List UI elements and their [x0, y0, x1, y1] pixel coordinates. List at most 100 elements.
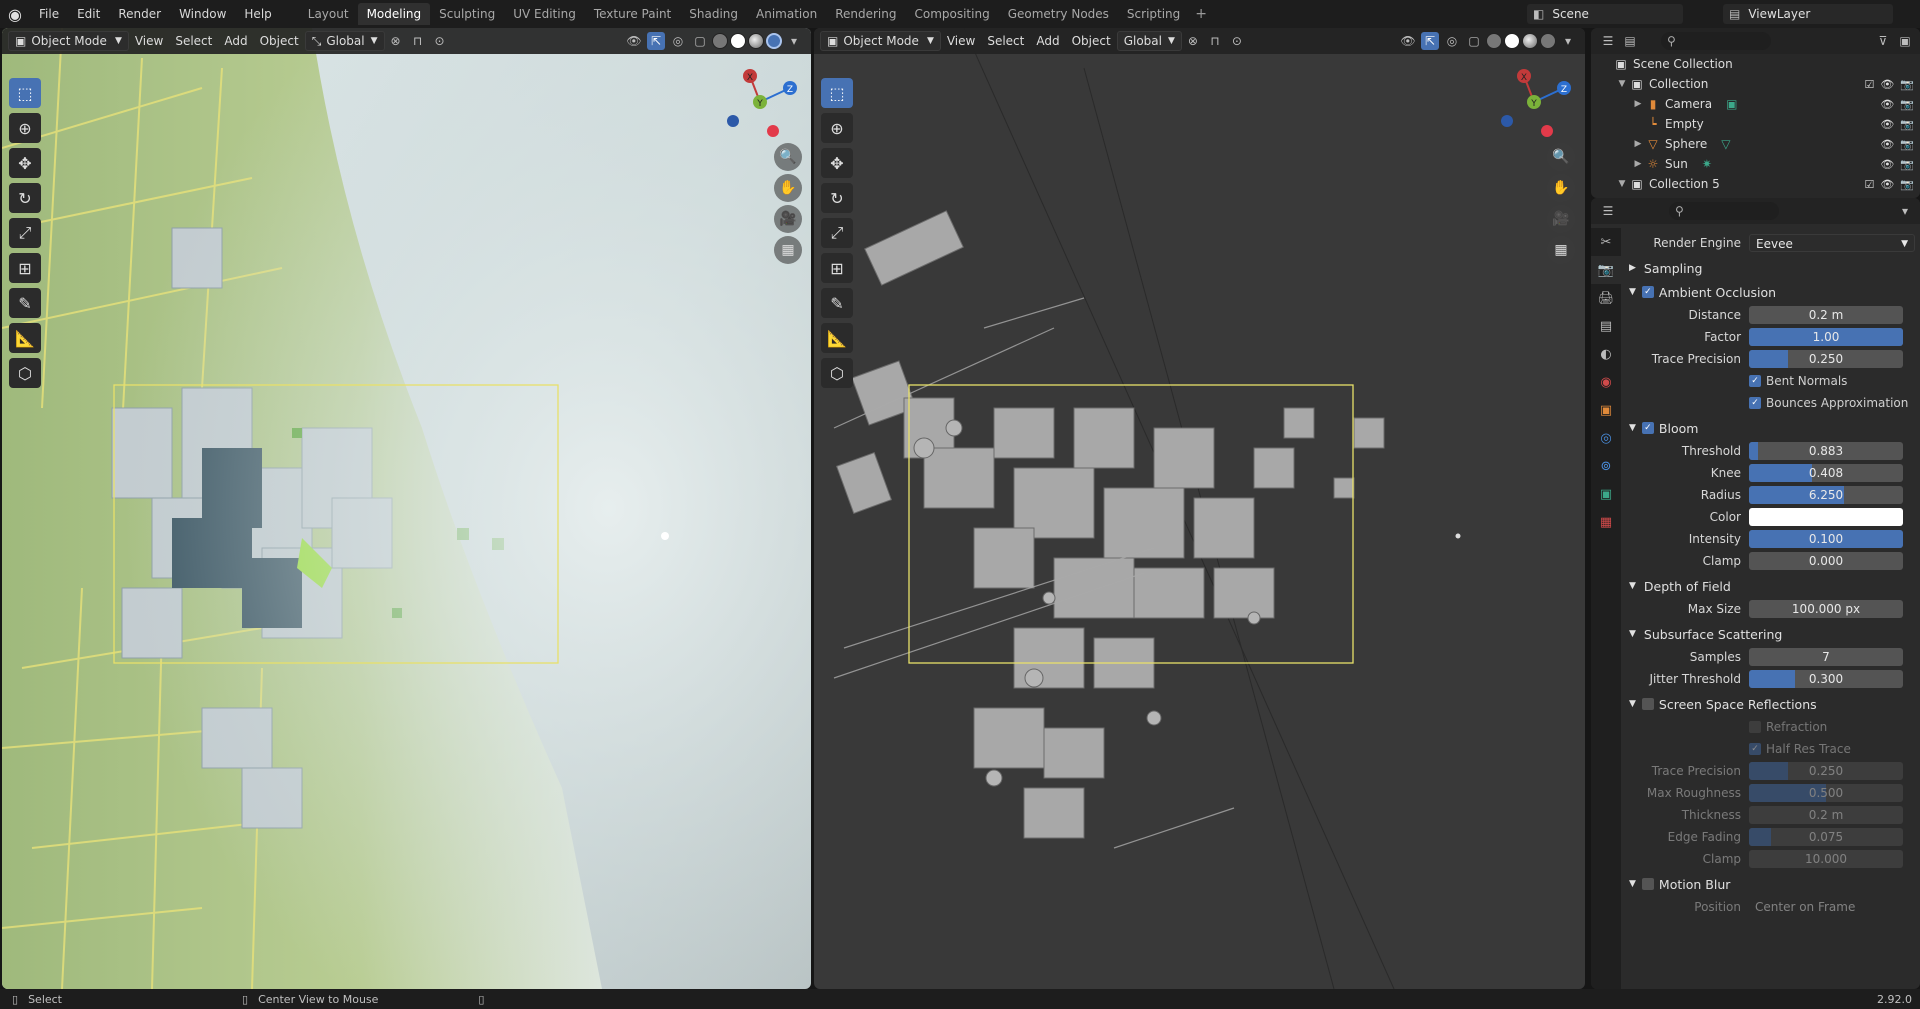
render-camera-icon[interactable]: 📷: [1900, 78, 1914, 91]
bent-normals-checkbox[interactable]: ✓: [1749, 375, 1761, 387]
ao-enable-checkbox[interactable]: ✓: [1641, 286, 1654, 298]
output-tab-icon[interactable]: 🖨: [1591, 284, 1621, 312]
constraints-tab-icon[interactable]: ⊚: [1591, 452, 1621, 480]
rendered-shading-icon[interactable]: [1540, 33, 1556, 49]
ssr-trace-precision-slider[interactable]: 0.250: [1749, 762, 1903, 780]
physics-tab-icon[interactable]: ◎: [1591, 424, 1621, 452]
solid-shading-icon[interactable]: [730, 33, 746, 49]
position-dropdown[interactable]: Center on Frame: [1749, 898, 1903, 916]
gizmo-toggle-icon[interactable]: ⇱: [647, 32, 665, 50]
render-camera-icon[interactable]: 📷: [1900, 178, 1914, 191]
eye-icon[interactable]: 👁: [1880, 78, 1894, 91]
snap-icon[interactable]: ⊓: [1206, 32, 1224, 50]
blender-logo-icon[interactable]: ◉: [0, 0, 30, 28]
threshold-slider[interactable]: 0.883: [1749, 442, 1903, 460]
intensity-slider[interactable]: 0.100: [1749, 530, 1903, 548]
scene-selector[interactable]: ◧ Scene: [1527, 4, 1683, 24]
pan-hand-icon[interactable]: ✋: [774, 174, 802, 202]
proportional-edit-icon[interactable]: ⊙: [431, 32, 449, 50]
editor-type-icon[interactable]: ☰: [1599, 32, 1617, 50]
material-shading-icon[interactable]: [1522, 33, 1538, 49]
zoom-icon[interactable]: 🔍: [774, 143, 802, 171]
annotate-tool-icon[interactable]: ✎: [821, 288, 853, 318]
properties-search-input[interactable]: ⚲: [1669, 202, 1779, 220]
transform-tool-icon[interactable]: ⊞: [9, 253, 41, 283]
zoom-icon[interactable]: 🔍: [1547, 143, 1575, 171]
solid-shading-icon[interactable]: [1504, 33, 1520, 49]
rotate-tool-icon[interactable]: ↻: [9, 183, 41, 213]
outliner-row-sun[interactable]: ▶ ☼ Sun ✷ 👁 📷: [1591, 154, 1920, 174]
visibility-icon[interactable]: 👁: [1399, 32, 1417, 50]
tab-uv-editing[interactable]: UV Editing: [504, 3, 585, 25]
add-cube-tool-icon[interactable]: ⬡: [9, 358, 41, 388]
grid-perspective-icon[interactable]: ▦: [774, 236, 802, 264]
panel-sampling[interactable]: ▶ Sampling: [1621, 256, 1920, 280]
knee-slider[interactable]: 0.408: [1749, 464, 1903, 482]
tab-geometry-nodes[interactable]: Geometry Nodes: [999, 3, 1118, 25]
menu-view[interactable]: View: [941, 31, 981, 51]
shading-options-icon[interactable]: ▾: [1559, 32, 1577, 50]
ssr-clamp-field[interactable]: 10.000: [1749, 850, 1903, 868]
bloom-enable-checkbox[interactable]: ✓: [1641, 422, 1654, 434]
overlays-icon[interactable]: ◎: [1443, 32, 1461, 50]
panel-motion-blur[interactable]: ▼ Motion Blur: [1621, 872, 1920, 896]
gizmo-toggle-icon[interactable]: ⇱: [1421, 32, 1439, 50]
render-camera-icon[interactable]: 📷: [1900, 138, 1914, 151]
bounces-approx-checkbox[interactable]: ✓: [1749, 397, 1761, 409]
menu-add[interactable]: Add: [1030, 31, 1065, 51]
select-box-tool-icon[interactable]: ⬚: [821, 78, 853, 108]
world-tab-icon[interactable]: ◉: [1591, 368, 1621, 396]
samples-field[interactable]: 7: [1749, 648, 1903, 666]
menu-help[interactable]: Help: [235, 0, 280, 28]
render-tab-icon[interactable]: 📷: [1591, 256, 1621, 284]
panel-ambient-occlusion[interactable]: ▼ ✓ Ambient Occlusion: [1621, 280, 1920, 304]
outliner-search-input[interactable]: ⚲: [1661, 32, 1771, 50]
panel-depth-of-field[interactable]: ▼ Depth of Field: [1621, 574, 1920, 598]
tab-rendering[interactable]: Rendering: [826, 3, 905, 25]
checkbox-icon[interactable]: ☑: [1864, 78, 1874, 91]
eye-icon[interactable]: 👁: [1880, 178, 1894, 191]
visibility-icon[interactable]: 👁: [625, 32, 643, 50]
menu-select[interactable]: Select: [169, 31, 218, 51]
navigation-gizmo-left[interactable]: X Z Y: [720, 62, 800, 142]
scale-tool-icon[interactable]: ⤢: [821, 218, 853, 248]
render-engine-dropdown[interactable]: Eevee ▼: [1749, 234, 1915, 252]
bloom-color-swatch[interactable]: [1749, 508, 1903, 526]
menu-file[interactable]: File: [30, 0, 68, 28]
pivot-icon[interactable]: ⊗: [387, 32, 405, 50]
new-collection-icon[interactable]: ▣: [1896, 32, 1914, 50]
menu-window[interactable]: Window: [170, 0, 235, 28]
ssr-enable-checkbox[interactable]: [1641, 698, 1654, 710]
outliner-row-collection-5[interactable]: ▼ ▣ Collection 5 ☑ 👁 📷: [1591, 174, 1920, 194]
transform-tool-icon[interactable]: ⊞: [821, 253, 853, 283]
max-roughness-slider[interactable]: 0.500: [1749, 784, 1903, 802]
factor-slider[interactable]: 1.00: [1749, 328, 1903, 346]
transform-orientation-dropdown[interactable]: Global ▼: [1116, 31, 1182, 51]
add-cube-tool-icon[interactable]: ⬡: [821, 358, 853, 388]
expand-arrow-icon[interactable]: ▼: [1615, 79, 1629, 89]
menu-select[interactable]: Select: [981, 31, 1030, 51]
move-tool-icon[interactable]: ✥: [9, 148, 41, 178]
proportional-edit-icon[interactable]: ⊙: [1228, 32, 1246, 50]
menu-render[interactable]: Render: [109, 0, 170, 28]
material-shading-icon[interactable]: [748, 33, 764, 49]
navigation-gizmo-right[interactable]: X Z Y: [1494, 62, 1574, 142]
half-res-trace-checkbox[interactable]: ✓: [1749, 743, 1761, 755]
filter-icon[interactable]: ⊽: [1874, 32, 1892, 50]
wireframe-shading-icon[interactable]: [1486, 33, 1502, 49]
menu-add[interactable]: Add: [218, 31, 253, 51]
measure-tool-icon[interactable]: 📐: [821, 323, 853, 353]
tool-tab-icon[interactable]: ✂: [1591, 228, 1621, 256]
scale-tool-icon[interactable]: ⤢: [9, 218, 41, 248]
expand-arrow-icon[interactable]: ▼: [1615, 179, 1629, 189]
clamp-field[interactable]: 0.000: [1749, 552, 1903, 570]
cursor-tool-icon[interactable]: ⊕: [821, 113, 853, 143]
menu-object[interactable]: Object: [254, 31, 305, 51]
rendered-shading-icon[interactable]: [766, 33, 782, 49]
rotate-tool-icon[interactable]: ↻: [821, 183, 853, 213]
texture-tab-icon[interactable]: ▦: [1591, 508, 1621, 536]
eye-icon[interactable]: 👁: [1880, 138, 1894, 151]
tab-animation[interactable]: Animation: [747, 3, 826, 25]
render-camera-icon[interactable]: 📷: [1900, 158, 1914, 171]
xray-icon[interactable]: ▢: [1465, 32, 1483, 50]
